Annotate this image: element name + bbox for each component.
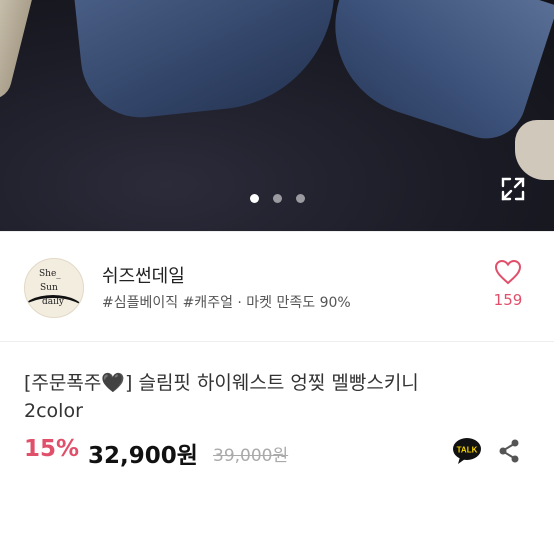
heart-icon[interactable] xyxy=(494,259,522,285)
avatar-swoosh xyxy=(25,295,83,317)
share-icon[interactable] xyxy=(498,439,520,463)
shop-tags: #심플베이직 #캐주얼 · 마켓 만족도 90% xyxy=(102,295,351,311)
original-price: 39,000원 xyxy=(213,446,289,466)
sale-price: 32,900원 xyxy=(88,443,198,469)
carousel-dot[interactable] xyxy=(272,194,282,203)
carousel-dot[interactable] xyxy=(295,194,305,203)
divider xyxy=(0,341,554,342)
expand-icon[interactable] xyxy=(500,176,526,202)
discount-rate: 15% xyxy=(24,436,80,462)
product-image-carousel[interactable] xyxy=(0,0,554,231)
divider xyxy=(0,231,554,232)
avatar-logo-text: Sun xyxy=(40,283,58,293)
like-count: 159 xyxy=(493,291,523,309)
shop-avatar[interactable]: She_ Sun daily xyxy=(24,258,84,318)
shop-name[interactable]: 쉬즈썬데일 xyxy=(102,262,185,288)
title-suffix: ] 슬림핏 하이웨스트 엉찢 멜빵스키니 xyxy=(125,372,419,394)
product-title: [주문폭주🖤] 슬림핏 하이웨스트 엉찢 멜빵스키니 xyxy=(24,368,419,395)
product-photo-detail xyxy=(73,0,347,124)
carousel-indicator xyxy=(0,194,554,203)
product-photo-detail xyxy=(0,0,33,104)
title-prefix: [주문폭주 xyxy=(24,372,102,394)
section-heading-cropped xyxy=(24,547,124,557)
product-photo-detail xyxy=(515,120,554,180)
carousel-dot-active[interactable] xyxy=(249,194,259,203)
talk-label: TALK xyxy=(457,446,478,455)
product-title-line2: 2color xyxy=(24,400,83,422)
kakao-talk-icon[interactable]: TALK xyxy=(452,437,482,465)
product-photo-detail xyxy=(311,0,554,149)
black-heart-emoji: 🖤 xyxy=(101,372,126,394)
avatar-logo-text: She_ xyxy=(39,269,61,279)
